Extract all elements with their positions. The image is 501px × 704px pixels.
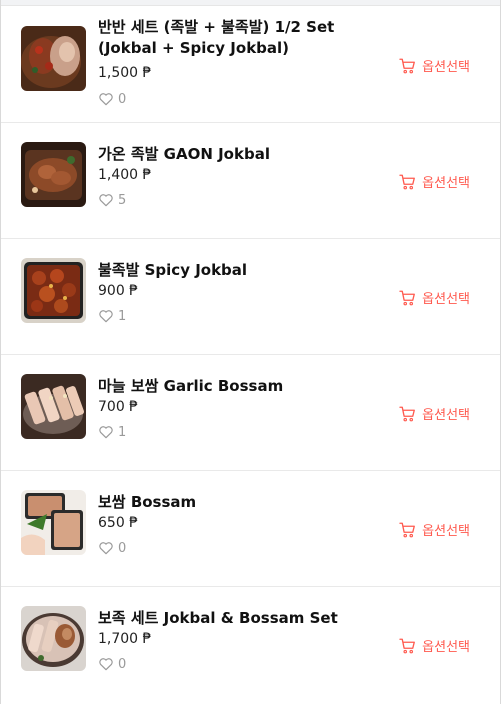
like-count: 0 <box>118 540 127 556</box>
like-count: 0 <box>118 656 127 672</box>
heart-outline-icon <box>99 93 113 106</box>
like-count: 0 <box>118 91 127 107</box>
like-button[interactable]: 1 <box>98 307 126 325</box>
option-select-button[interactable]: 옵션선택 <box>398 172 470 191</box>
option-select-button[interactable]: 옵션선택 <box>398 288 470 307</box>
menu-item-price: 1,500 ₱ <box>98 65 152 81</box>
menu-item-photo[interactable] <box>21 142 86 207</box>
menu-item-photo[interactable] <box>21 490 86 555</box>
menu-item[interactable]: 마늘 보쌈 Garlic Bossam 700 ₱ 1 옵션선택 <box>1 355 500 471</box>
heart-outline-icon <box>99 658 113 671</box>
menu-item-title[interactable]: 보쌈 Bossam <box>98 492 368 513</box>
header-strip <box>1 0 500 6</box>
option-select-label: 옵션선택 <box>422 60 470 75</box>
menu-item[interactable]: 보쌈 Bossam 650 ₱ 0 옵션선택 <box>1 471 500 587</box>
menu-item[interactable]: 불족발 Spicy Jokbal 900 ₱ 1 옵션선택 <box>1 239 500 355</box>
menu-item-title[interactable]: 불족발 Spicy Jokbal <box>98 260 368 281</box>
like-count: 1 <box>118 308 127 324</box>
shopping-cart-icon <box>399 58 416 73</box>
option-select-label: 옵션선택 <box>422 408 470 423</box>
menu-item-title[interactable]: 마늘 보쌈 Garlic Bossam <box>98 376 368 397</box>
menu-item-price: 1,400 ₱ <box>98 167 152 183</box>
like-button[interactable]: 0 <box>98 90 126 108</box>
menu-item[interactable]: 반반 세트 (족발 + 불족발) 1/2 Set (Jokbal + Spicy… <box>1 7 500 123</box>
like-button[interactable]: 1 <box>98 423 126 441</box>
option-select-button[interactable]: 옵션선택 <box>398 520 470 539</box>
menu-item-price: 1,700 ₱ <box>98 631 152 647</box>
option-select-label: 옵션선택 <box>422 640 470 655</box>
menu-item-photo[interactable] <box>21 606 86 671</box>
heart-outline-icon <box>99 310 113 323</box>
option-select-button[interactable]: 옵션선택 <box>398 636 470 655</box>
option-select-label: 옵션선택 <box>422 292 470 307</box>
like-button[interactable]: 5 <box>98 191 126 209</box>
shopping-cart-icon <box>399 406 416 421</box>
menu-item-price: 700 ₱ <box>98 399 139 415</box>
shopping-cart-icon <box>399 522 416 537</box>
shopping-cart-icon <box>399 638 416 653</box>
menu-item-title[interactable]: 가온 족발 GAON Jokbal <box>98 144 368 165</box>
menu-item-price: 650 ₱ <box>98 515 139 531</box>
like-button[interactable]: 0 <box>98 655 126 673</box>
heart-outline-icon <box>99 194 113 207</box>
menu-item[interactable]: 보족 세트 Jokbal & Bossam Set 1,700 ₱ 0 옵션선택 <box>1 587 500 703</box>
option-select-button[interactable]: 옵션선택 <box>398 404 470 423</box>
menu-list: 반반 세트 (족발 + 불족발) 1/2 Set (Jokbal + Spicy… <box>1 7 500 703</box>
menu-item-photo[interactable] <box>21 26 86 91</box>
menu-item-photo[interactable] <box>21 258 86 323</box>
menu-item-title[interactable]: 보족 세트 Jokbal & Bossam Set <box>98 608 368 629</box>
menu-item-photo[interactable] <box>21 374 86 439</box>
shopping-cart-icon <box>399 174 416 189</box>
menu-item-price: 900 ₱ <box>98 283 139 299</box>
like-count: 1 <box>118 424 127 440</box>
shopping-cart-icon <box>399 290 416 305</box>
option-select-label: 옵션선택 <box>422 176 470 191</box>
like-count: 5 <box>118 192 127 208</box>
menu-item-title[interactable]: 반반 세트 (족발 + 불족발) 1/2 Set (Jokbal + Spicy… <box>98 17 368 59</box>
heart-outline-icon <box>99 542 113 555</box>
like-button[interactable]: 0 <box>98 539 126 557</box>
menu-page: 반반 세트 (족발 + 불족발) 1/2 Set (Jokbal + Spicy… <box>0 0 501 704</box>
menu-item[interactable]: 가온 족발 GAON Jokbal 1,400 ₱ 5 옵션선택 <box>1 123 500 239</box>
heart-outline-icon <box>99 426 113 439</box>
option-select-button[interactable]: 옵션선택 <box>398 56 470 75</box>
option-select-label: 옵션선택 <box>422 524 470 539</box>
